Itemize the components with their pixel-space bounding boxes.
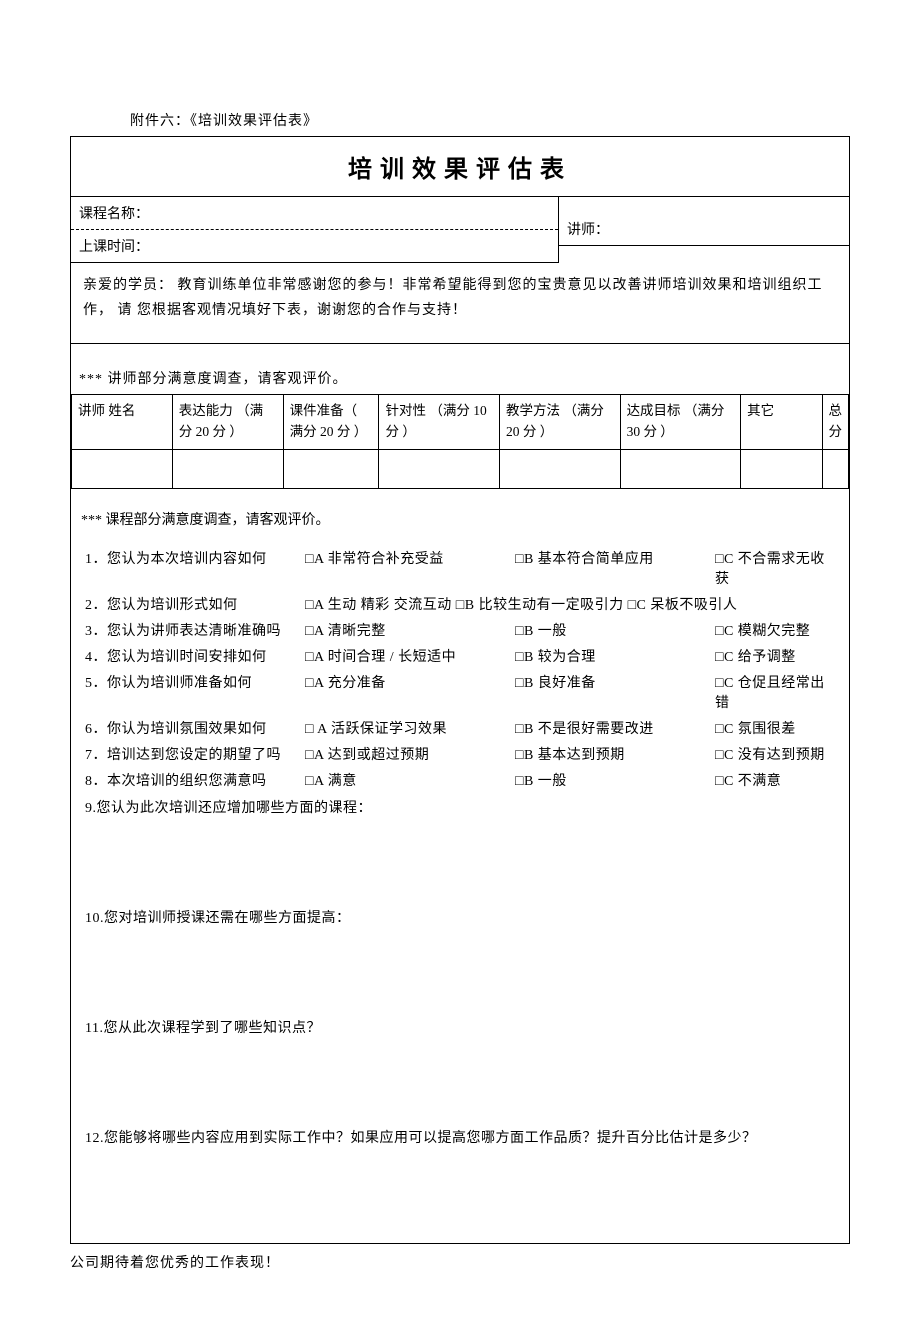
score-cell[interactable] xyxy=(500,450,621,489)
course-section-head: *** 课程部分满意度调查，请客观评价。 xyxy=(81,509,839,529)
score-header-target: 针对性 （满分 10 分 ） xyxy=(385,401,493,441)
lecturer-section-head: *** 讲师部分满意度调查，请客观评价。 xyxy=(71,344,849,394)
q8-label: 8．本次培训的组织您满意吗 xyxy=(85,770,305,790)
score-header-name: 讲师 姓名 xyxy=(78,401,166,441)
greeting-text: 亲爱的学员： 教育训练单位非常感谢您的参与！非常希望能得到您的宝贵意见以改善讲师… xyxy=(71,263,849,344)
q5-opt-c[interactable]: □C 仓促且经常出错 xyxy=(715,672,835,712)
q8-opt-a[interactable]: □A 满意 xyxy=(305,770,515,790)
course-name-field[interactable]: 课程名称： xyxy=(71,197,558,230)
q6-label: 6．你认为培训氛围效果如何 xyxy=(85,718,305,738)
q1-opt-b[interactable]: □B 基本符合简单应用 xyxy=(515,548,715,588)
q4-opt-a[interactable]: □A 时间合理 / 长短适中 xyxy=(305,646,515,666)
score-header-method: 教学方法 （满分 20 分 ） xyxy=(506,401,614,441)
score-cell[interactable] xyxy=(379,450,500,489)
q7-opt-b[interactable]: □B 基本达到预期 xyxy=(515,744,715,764)
score-cell[interactable] xyxy=(172,450,283,489)
q3-opt-c[interactable]: □C 模糊欠完整 xyxy=(715,620,835,640)
q5-opt-b[interactable]: □B 良好准备 xyxy=(515,672,715,712)
form-container: 培训效果评估表 课程名称： 上课时间： 讲师： 亲爱的学员： 教育训练单位非常感… xyxy=(70,136,850,1244)
q8-opt-c[interactable]: □C 不满意 xyxy=(715,770,835,790)
form-title: 培训效果评估表 xyxy=(71,137,849,197)
q4-opt-c[interactable]: □C 给予调整 xyxy=(715,646,835,666)
lecturer-field[interactable]: 讲师： xyxy=(559,197,849,245)
q12-label: 12.您能够将哪些内容应用到实际工作中？如果应用可以提高您哪方面工作品质？提升百… xyxy=(71,1037,849,1243)
q5-opt-a[interactable]: □A 充分准备 xyxy=(305,672,515,712)
q2-opt-a[interactable]: □A 生动 精彩 交流互动 xyxy=(305,594,452,614)
q7-label: 7．培训达到您设定的期望了吗 xyxy=(85,744,305,764)
q4-opt-b[interactable]: □B 较为合理 xyxy=(515,646,715,666)
q4-label: 4．您认为培训时间安排如何 xyxy=(85,646,305,666)
q2-opt-c[interactable]: □C 呆板不吸引人 xyxy=(628,594,738,614)
q5-label: 5．你认为培训师准备如何 xyxy=(85,672,305,712)
q3-opt-a[interactable]: □A 清晰完整 xyxy=(305,620,515,640)
q7-opt-a[interactable]: □A 达到或超过预期 xyxy=(305,744,515,764)
q6-opt-c[interactable]: □C 氛围很差 xyxy=(715,718,835,738)
footer-text: 公司期待着您优秀的工作表现！ xyxy=(70,1252,850,1272)
score-header-materials: 课件准备（ 满分 20 分 ） xyxy=(290,401,373,441)
q1-opt-a[interactable]: □A 非常符合补充受益 xyxy=(305,548,515,588)
q8-opt-b[interactable]: □B 一般 xyxy=(515,770,715,790)
attachment-label: 附件六：《培训效果评估表》 xyxy=(130,110,850,130)
q7-opt-c[interactable]: □C 没有达到预期 xyxy=(715,744,835,764)
score-cell[interactable] xyxy=(741,450,822,489)
score-header-expression: 表达能力 （满分 20 分 ） xyxy=(179,401,277,441)
score-table: 讲师 姓名 表达能力 （满分 20 分 ） 课件准备（ 满分 20 分 ） 针对… xyxy=(71,394,849,489)
q11-label: 11.您从此次课程学到了哪些知识点？ xyxy=(71,927,849,1037)
score-cell[interactable] xyxy=(72,450,173,489)
score-header-total: 总分 xyxy=(829,401,843,441)
q9-label: 9.您认为此次培训还应增加哪些方面的课程： xyxy=(71,797,849,817)
q3-label: 3．您认为讲师表达清晰准确吗 xyxy=(85,620,305,640)
q6-opt-a[interactable]: □ A 活跃保证学习效果 xyxy=(305,718,515,738)
q3-opt-b[interactable]: □B 一般 xyxy=(515,620,715,640)
score-header-goal: 达成目标 （满分 30 分 ） xyxy=(627,401,735,441)
q1-label: 1．您认为本次培训内容如何 xyxy=(85,548,305,588)
score-cell[interactable] xyxy=(620,450,741,489)
score-cell[interactable] xyxy=(822,450,849,489)
q1-opt-c[interactable]: □C 不合需求无收获 xyxy=(715,548,835,588)
score-header-other: 其它 xyxy=(747,401,815,441)
q10-label: 10.您对培训师授课还需在哪些方面提高： xyxy=(71,817,849,927)
question-list: 1．您认为本次培训内容如何 □A 非常符合补充受益 □B 基本符合简单应用 □C… xyxy=(71,539,849,793)
score-cell[interactable] xyxy=(283,450,379,489)
q2-opt-b[interactable]: □B 比较生动有一定吸引力 xyxy=(456,594,624,614)
q2-label: 2．您认为培训形式如何 xyxy=(85,594,305,614)
class-time-field[interactable]: 上课时间： xyxy=(71,230,558,263)
q6-opt-b[interactable]: □B 不是很好需要改进 xyxy=(515,718,715,738)
